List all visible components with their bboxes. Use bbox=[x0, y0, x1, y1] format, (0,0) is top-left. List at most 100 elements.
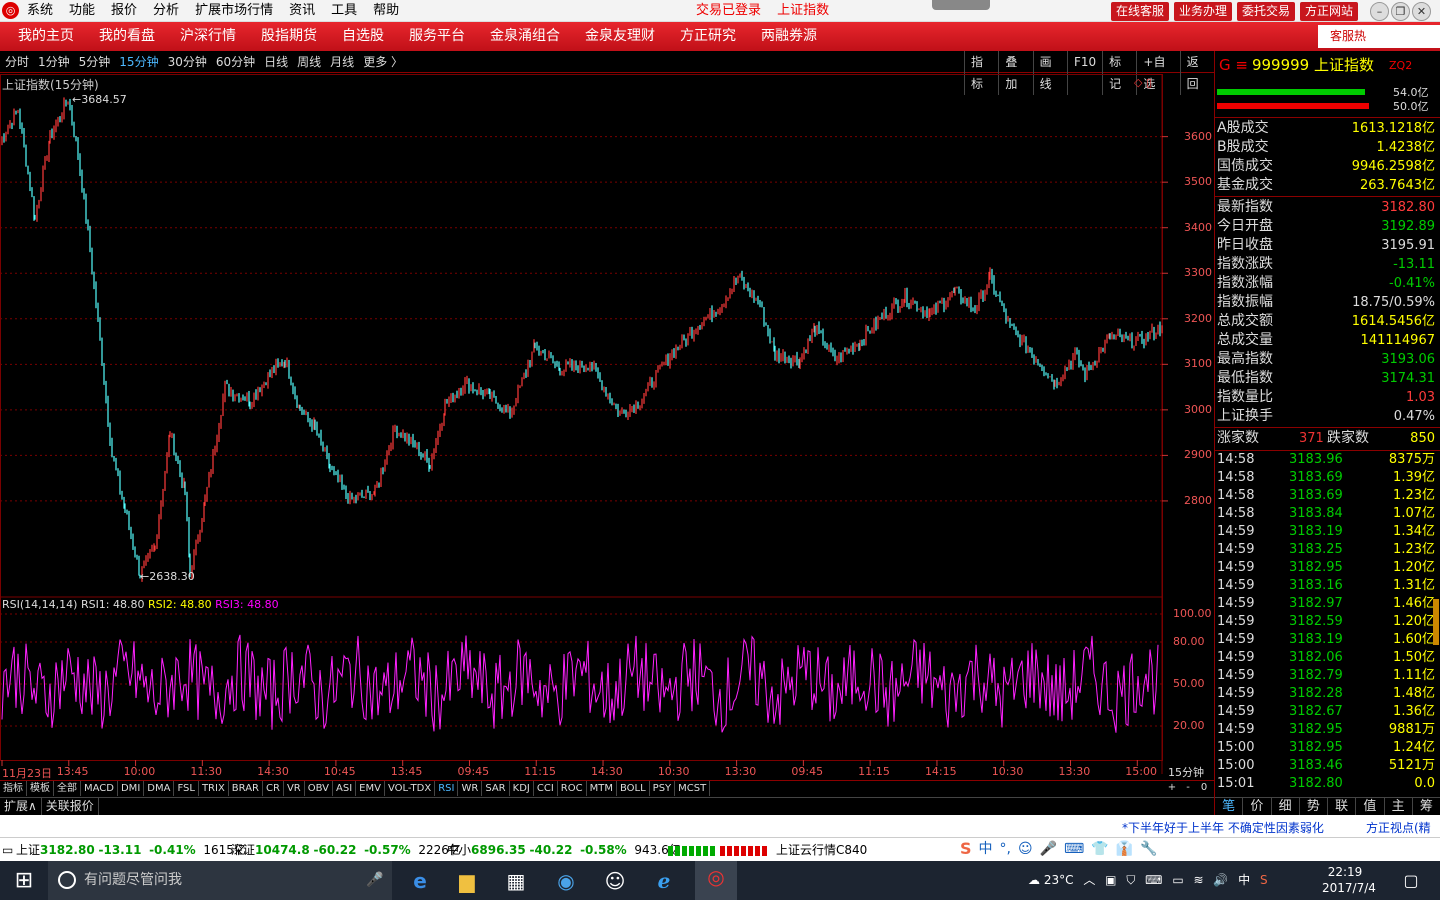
ime-lang-icon[interactable]: 中 bbox=[979, 839, 993, 859]
notification-icon[interactable]: ▢ bbox=[1396, 861, 1426, 900]
sogou-tray-icon[interactable]: S bbox=[1260, 873, 1268, 887]
indicator-tab[interactable]: PSY bbox=[650, 781, 676, 796]
website-button[interactable]: 方正网站 bbox=[1300, 2, 1359, 21]
tab-extend[interactable]: 扩展∧ bbox=[0, 798, 42, 815]
indicator-tab[interactable]: BOLL bbox=[617, 781, 650, 796]
nav-futures[interactable]: 股指期货 bbox=[261, 22, 317, 51]
indicator-tab[interactable]: MCST bbox=[675, 781, 711, 796]
period-tab[interactable]: 日线 bbox=[264, 51, 288, 73]
indicator-tab[interactable]: MACD bbox=[81, 781, 118, 796]
period-tab[interactable]: 30分钟 bbox=[168, 51, 207, 73]
keyboard-icon[interactable]: ⌨ bbox=[1145, 873, 1162, 887]
sogou-icon[interactable]: S bbox=[960, 839, 972, 859]
business-button[interactable]: 业务办理 bbox=[1174, 2, 1233, 21]
indicator-tab[interactable]: BRAR bbox=[229, 781, 263, 796]
quote-tab[interactable]: 主 bbox=[1385, 798, 1413, 815]
quote-tab[interactable]: 势 bbox=[1300, 798, 1328, 815]
nav-margin[interactable]: 两融券源 bbox=[761, 22, 817, 51]
qq-avatar-icon[interactable]: ☺ bbox=[599, 865, 631, 897]
windows-start-icon[interactable]: ⊞ bbox=[0, 861, 48, 900]
ime-shirt-icon[interactable]: 👔 bbox=[1116, 839, 1133, 859]
cloud-quote[interactable]: 上证云行情C840 bbox=[776, 838, 867, 862]
trading-app-icon[interactable]: ◎ bbox=[695, 861, 737, 900]
ime-punct-icon[interactable]: °, bbox=[1000, 839, 1011, 859]
group-icon[interactable]: G ≡ bbox=[1219, 56, 1248, 74]
menu-system[interactable]: 系统 bbox=[27, 0, 53, 22]
weather-icon[interactable]: ☁ bbox=[1028, 873, 1040, 887]
indicator-tab[interactable]: WR bbox=[458, 781, 483, 796]
indicator-tab[interactable]: VR bbox=[284, 781, 305, 796]
ticker-sz[interactable]: 深证10474.8 -60.22 -0.57% 2226亿 bbox=[231, 838, 461, 862]
indicator-tab[interactable]: EMV bbox=[356, 781, 385, 796]
wifi-icon[interactable]: ≋ bbox=[1194, 873, 1204, 887]
close-icon[interactable]: ✕ bbox=[1412, 2, 1431, 21]
restore-icon[interactable]: ❐ bbox=[1391, 2, 1410, 21]
ime-lang[interactable]: 中 bbox=[1238, 873, 1250, 887]
x-axis-period[interactable]: 15分钟 bbox=[1168, 764, 1204, 780]
period-tab[interactable]: 月线 bbox=[330, 51, 354, 73]
indicator-tab[interactable]: ASI bbox=[333, 781, 357, 796]
indicator-tab[interactable]: DMI bbox=[118, 781, 145, 796]
period-tab[interactable]: 周线 bbox=[297, 51, 321, 73]
indicator-tab[interactable]: CCI bbox=[534, 781, 558, 796]
menu-function[interactable]: 功能 bbox=[69, 0, 95, 22]
volume-icon[interactable]: 🔊 bbox=[1213, 873, 1228, 887]
quote-tab[interactable]: 联 bbox=[1328, 798, 1357, 815]
ime-emoji-icon[interactable]: ☺ bbox=[1018, 839, 1033, 859]
ticker-sh[interactable]: 上证3182.80 -13.11 -0.41% 1615亿 bbox=[16, 838, 246, 862]
battery-icon[interactable]: ▭ bbox=[1172, 873, 1183, 887]
ticker-zx[interactable]: 中小6896.35 -40.22 -0.58% 943.6亿 bbox=[447, 838, 681, 862]
indicator-tab[interactable]: CR bbox=[263, 781, 284, 796]
reset-indicator-button[interactable]: 0 bbox=[1196, 780, 1212, 796]
zq-badge[interactable]: ZQ2 bbox=[1389, 55, 1412, 77]
period-tab[interactable]: 5分钟 bbox=[79, 51, 111, 73]
microphone-icon[interactable]: 🎤 bbox=[366, 861, 383, 900]
nav-home[interactable]: 我的主页 bbox=[18, 22, 74, 51]
indicator-tab[interactable]: 全部 bbox=[54, 781, 81, 796]
indicator-tab[interactable]: 模板 bbox=[27, 781, 54, 796]
indicator-tab[interactable]: SAR bbox=[482, 781, 510, 796]
period-tab[interactable]: 分时 bbox=[5, 51, 29, 73]
file-explorer-icon[interactable]: ▆ bbox=[451, 865, 483, 897]
period-tab[interactable]: 1分钟 bbox=[38, 51, 70, 73]
period-tab[interactable]: 60分钟 bbox=[216, 51, 255, 73]
indicator-tab[interactable]: OBV bbox=[305, 781, 333, 796]
quote-tab[interactable]: 细 bbox=[1272, 798, 1300, 815]
add-indicator-button[interactable]: + bbox=[1164, 780, 1180, 796]
indicator-tab[interactable]: ROC bbox=[558, 781, 587, 796]
nav-finance[interactable]: 金泉友理财 bbox=[585, 22, 655, 51]
news-headline[interactable]: *下半年好于上半年 不确定性因素弱化 bbox=[1122, 819, 1324, 836]
indicator-tab[interactable]: DMA bbox=[144, 781, 175, 796]
quote-tab[interactable]: 筹 bbox=[1413, 798, 1440, 815]
period-tab[interactable]: 15分钟 bbox=[119, 51, 158, 73]
ime-tools-icon[interactable]: 🔧 bbox=[1140, 839, 1157, 859]
ie-icon[interactable]: ℯ bbox=[648, 865, 680, 897]
nav-my-board[interactable]: 我的看盘 bbox=[99, 22, 155, 51]
nav-sh-sz[interactable]: 沪深行情 bbox=[180, 22, 236, 51]
indicator-tab[interactable]: TRIX bbox=[199, 781, 229, 796]
menu-quote[interactable]: 报价 bbox=[111, 0, 137, 22]
menu-help[interactable]: 帮助 bbox=[373, 0, 399, 22]
drag-grip[interactable] bbox=[932, 0, 990, 10]
online-service-button[interactable]: 在线客服 bbox=[1111, 2, 1170, 21]
cortana-search[interactable]: 有问题尽管问我 🎤 bbox=[48, 861, 392, 900]
entrust-trade-button[interactable]: 委托交易 bbox=[1237, 2, 1296, 21]
nav-research[interactable]: 方正研究 bbox=[680, 22, 736, 51]
tray-chevron-icon[interactable]: ︿ bbox=[1083, 873, 1095, 887]
nav-watchlist[interactable]: 自选股 bbox=[342, 22, 384, 51]
nav-service[interactable]: 服务平台 bbox=[409, 22, 465, 51]
indicator-tab[interactable]: FSL bbox=[174, 781, 199, 796]
period-tab[interactable]: 更多 〉 bbox=[363, 51, 403, 73]
browser-360-icon[interactable]: ◉ bbox=[550, 865, 582, 897]
ime-voice-icon[interactable]: 🎤 bbox=[1040, 839, 1057, 859]
nav-portfolio[interactable]: 金泉涌组合 bbox=[490, 22, 560, 51]
indicator-tab[interactable]: 指标 bbox=[0, 781, 27, 796]
kline-chart[interactable]: 上证指数(15分钟) ←3684.57 ←2638.30 RSI(14,14,1… bbox=[0, 74, 1214, 796]
remove-indicator-button[interactable]: - bbox=[1180, 780, 1196, 796]
clock[interactable]: 22:19 2017/7/4 bbox=[1322, 864, 1376, 896]
edge-icon[interactable]: e bbox=[404, 865, 436, 897]
minimize-icon[interactable]: – bbox=[1370, 2, 1389, 21]
store-icon[interactable]: ▦ bbox=[500, 865, 532, 897]
ime-keyboard-icon[interactable]: ⌨ bbox=[1064, 839, 1084, 859]
indicator-tab[interactable]: RSI bbox=[435, 781, 459, 796]
